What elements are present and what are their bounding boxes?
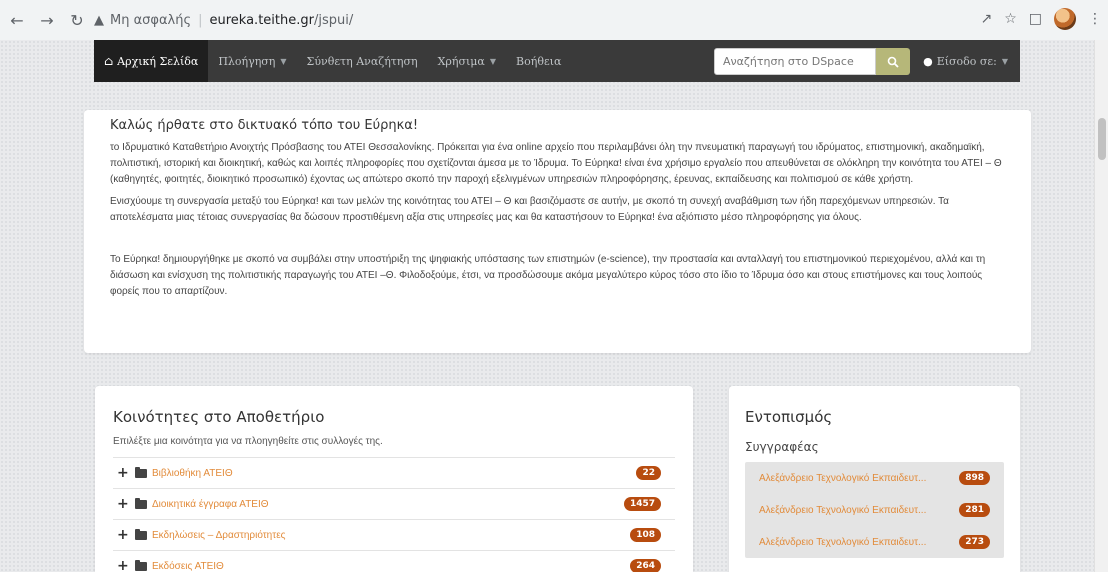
- count-badge: 22: [636, 466, 661, 480]
- bookmark-star-icon[interactable]: ☆: [1004, 11, 1017, 27]
- community-link[interactable]: Εκδηλώσεις – Δραστηριότητες: [152, 530, 285, 541]
- nav-useful-label: Χρήσιμα: [437, 54, 485, 68]
- facet-link[interactable]: Αλεξάνδρειο Τεχνολογικό Εκπαιδευτ...: [759, 537, 926, 548]
- welcome-paragraph-3: Το Εύρηκα! δημιουργήθηκε με σκοπό να συμ…: [110, 254, 986, 297]
- page-viewport: ⌂ Αρχική Σελίδα Πλοήγηση ▼ Σύνθετη Αναζή…: [0, 40, 1108, 572]
- welcome-panel: Καλώς ήρθατε στο δικτυακό τόπο του Εύρηκ…: [84, 110, 1031, 353]
- folder-icon: [135, 528, 147, 540]
- address-separator: |: [198, 12, 203, 28]
- welcome-paragraph-1: το Ιδρυματικό Καταθετήριο Ανοιχτής Πρόσβ…: [110, 142, 1002, 185]
- warning-icon[interactable]: ▲: [94, 13, 104, 28]
- menu-kebab-icon[interactable]: ⋮: [1088, 11, 1102, 27]
- expand-plus-icon[interactable]: +: [117, 496, 131, 512]
- community-link[interactable]: Εκδόσεις ΑΤΕΙΘ: [152, 561, 224, 572]
- discovery-panel: Εντοπισμός Συγγραφέας Αλεξάνδρειο Τεχνολ…: [729, 386, 1020, 572]
- expand-plus-icon[interactable]: +: [117, 465, 131, 481]
- user-icon: ●: [923, 54, 933, 68]
- list-item: + Εκδόσεις ΑΤΕΙΘ 264: [113, 551, 675, 572]
- expand-plus-icon[interactable]: +: [117, 527, 131, 543]
- list-item[interactable]: Αλεξάνδρειο Τεχνολογικό Εκπαιδευτ... 281: [745, 494, 1004, 526]
- url-path: /jspui/: [313, 12, 354, 28]
- caret-down-icon: ▼: [1001, 56, 1008, 66]
- community-link[interactable]: Βιβλιοθήκη ΑΤΕΙΘ: [152, 468, 233, 479]
- list-item: + Βιβλιοθήκη ΑΤΕΙΘ 22: [113, 458, 675, 489]
- expand-plus-icon[interactable]: +: [117, 558, 131, 572]
- nav-advanced-search-label: Σύνθετη Αναζήτηση: [306, 54, 418, 68]
- site-search: Αναζήτηση στο DSpace: [714, 48, 910, 75]
- search-icon: [887, 56, 899, 68]
- facet-title-author: Συγγραφέας: [745, 440, 819, 454]
- site-navbar: ⌂ Αρχική Σελίδα Πλοήγηση ▼ Σύνθετη Αναζή…: [94, 40, 1020, 82]
- browser-actions: ↗ ☆ □ ⋮: [980, 8, 1102, 30]
- back-icon[interactable]: ←: [4, 7, 30, 33]
- profile-avatar[interactable]: [1054, 8, 1076, 30]
- count-badge: 898: [959, 471, 990, 485]
- caret-down-icon: ▼: [489, 56, 497, 66]
- list-item: + Διοικητικά έγγραφα ΑΤΕΙΘ 1457: [113, 489, 675, 520]
- nav-home-label: Αρχική Σελίδα: [117, 54, 199, 68]
- communities-subtitle: Επιλέξτε μια κοινότητα για να πλοηγηθείτ…: [113, 436, 675, 458]
- list-item: + Εκδηλώσεις – Δραστηριότητες 108: [113, 520, 675, 551]
- address-bar[interactable]: ▲ Μη ασφαλής | eureka.teithe.gr/jspui/: [94, 6, 1014, 34]
- folder-icon: [135, 466, 147, 478]
- nav-browse[interactable]: Πλοήγηση ▼: [208, 40, 296, 82]
- count-badge: 264: [630, 559, 661, 572]
- discovery-title: Εντοπισμός: [745, 408, 833, 426]
- nav-browse-label: Πλοήγηση: [218, 54, 276, 68]
- author-facet-list: Αλεξάνδρειο Τεχνολογικό Εκπαιδευτ... 898…: [745, 462, 1004, 558]
- community-link[interactable]: Διοικητικά έγγραφα ΑΤΕΙΘ: [152, 499, 269, 510]
- browser-toolbar: ← → ↻ ▲ Μη ασφαλής | eureka.teithe.gr/js…: [0, 0, 1108, 40]
- security-status: Μη ασφαλής: [110, 12, 192, 28]
- nav-help[interactable]: Βοήθεια: [506, 40, 571, 82]
- nav-useful[interactable]: Χρήσιμα ▼: [428, 40, 506, 82]
- count-badge: 1457: [623, 497, 661, 511]
- facet-link[interactable]: Αλεξάνδρειο Τεχνολογικό Εκπαιδευτ...: [759, 473, 926, 484]
- caret-down-icon: ▼: [280, 56, 287, 66]
- communities-panel: Κοινότητες στο Αποθετήριο Επιλέξτε μια κ…: [95, 386, 693, 572]
- welcome-title: Καλώς ήρθατε στο δικτυακό τόπο του Εύρηκ…: [110, 118, 419, 133]
- nav-home[interactable]: ⌂ Αρχική Σελίδα: [94, 40, 209, 82]
- count-badge: 281: [959, 503, 990, 517]
- nav-advanced-search[interactable]: Σύνθετη Αναζήτηση: [297, 40, 428, 82]
- folder-icon: [135, 497, 147, 509]
- list-item[interactable]: Αλεξάνδρειο Τεχνολογικό Εκπαιδευτ... 273: [745, 526, 1004, 558]
- search-input[interactable]: Αναζήτηση στο DSpace: [714, 48, 876, 75]
- page-scrollbar[interactable]: [1094, 40, 1108, 572]
- reload-icon[interactable]: ↻: [64, 7, 90, 33]
- home-icon: ⌂: [104, 54, 114, 68]
- side-panel-icon[interactable]: □: [1029, 11, 1042, 27]
- count-badge: 273: [959, 535, 990, 549]
- welcome-paragraph-2: Ενισχύουμε τη συνεργασία μεταξύ του Εύρη…: [110, 196, 949, 223]
- facet-link[interactable]: Αλεξάνδρειο Τεχνολογικό Εκπαιδευτ...: [759, 505, 926, 516]
- url-host: eureka.teithe.gr: [209, 12, 314, 28]
- share-icon[interactable]: ↗: [980, 11, 992, 27]
- count-badge: 108: [630, 528, 661, 542]
- list-item[interactable]: Αλεξάνδρειο Τεχνολογικό Εκπαιδευτ... 898: [745, 462, 1004, 494]
- nav-help-label: Βοήθεια: [516, 54, 562, 68]
- login-label: Είσοδο σε:: [936, 54, 997, 68]
- scrollbar-thumb[interactable]: [1098, 118, 1106, 160]
- forward-icon[interactable]: →: [34, 7, 60, 33]
- communities-title: Κοινότητες στο Αποθετήριο: [113, 408, 325, 426]
- search-button[interactable]: [876, 48, 910, 75]
- login-menu[interactable]: ● Είσοδο σε: ▼: [923, 40, 1008, 82]
- folder-icon: [135, 559, 147, 571]
